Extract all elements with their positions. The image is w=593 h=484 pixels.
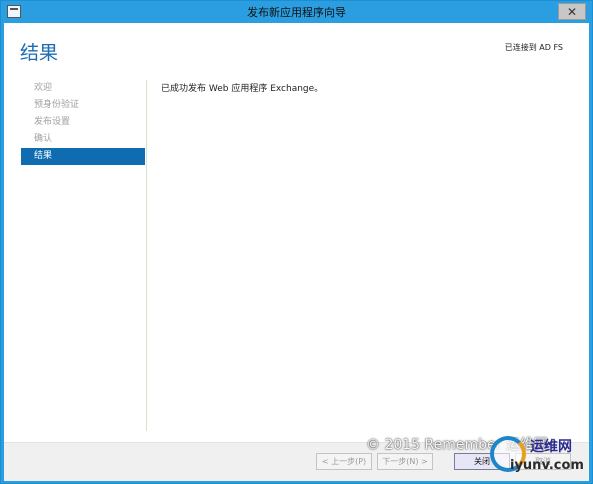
nav-step-results: 结果 — [21, 148, 145, 165]
step-nav: 欢迎 预身份验证 发布设置 确认 结果 — [21, 80, 145, 165]
next-button[interactable]: 下一步(N) > — [377, 453, 433, 470]
nav-step-welcome: 欢迎 — [34, 83, 53, 93]
nav-step-preauth: 预身份验证 — [34, 100, 80, 110]
close-icon[interactable]: ✕ — [558, 3, 586, 20]
logo-url-text: iyunv.com — [510, 458, 584, 473]
divider — [146, 80, 147, 431]
window-title: 发布新应用程序向导 — [247, 6, 346, 19]
logo-cn-text: 运维网 — [530, 439, 572, 455]
window-frame: 发布新应用程序向导 ✕ 结果 已连接到 AD FS 欢迎 预身份验证 发布设置 … — [0, 0, 593, 484]
connection-status: 已连接到 AD FS — [504, 43, 563, 52]
nav-step-confirm: 确认 — [34, 134, 53, 144]
nav-step-publish-settings: 发布设置 — [34, 117, 71, 127]
watermark-logo: 运维网 iyunv.com — [490, 432, 588, 482]
result-message: 已成功发布 Web 应用程序 Exchange。 — [161, 84, 324, 94]
wizard-body: 结果 已连接到 AD FS 欢迎 预身份验证 发布设置 确认 结果 已成功发布 … — [4, 23, 589, 481]
previous-button[interactable]: < 上一步(P) — [316, 453, 372, 470]
title-bar[interactable]: 发布新应用程序向导 ✕ — [1, 1, 592, 23]
page-title: 结果 — [20, 42, 59, 64]
